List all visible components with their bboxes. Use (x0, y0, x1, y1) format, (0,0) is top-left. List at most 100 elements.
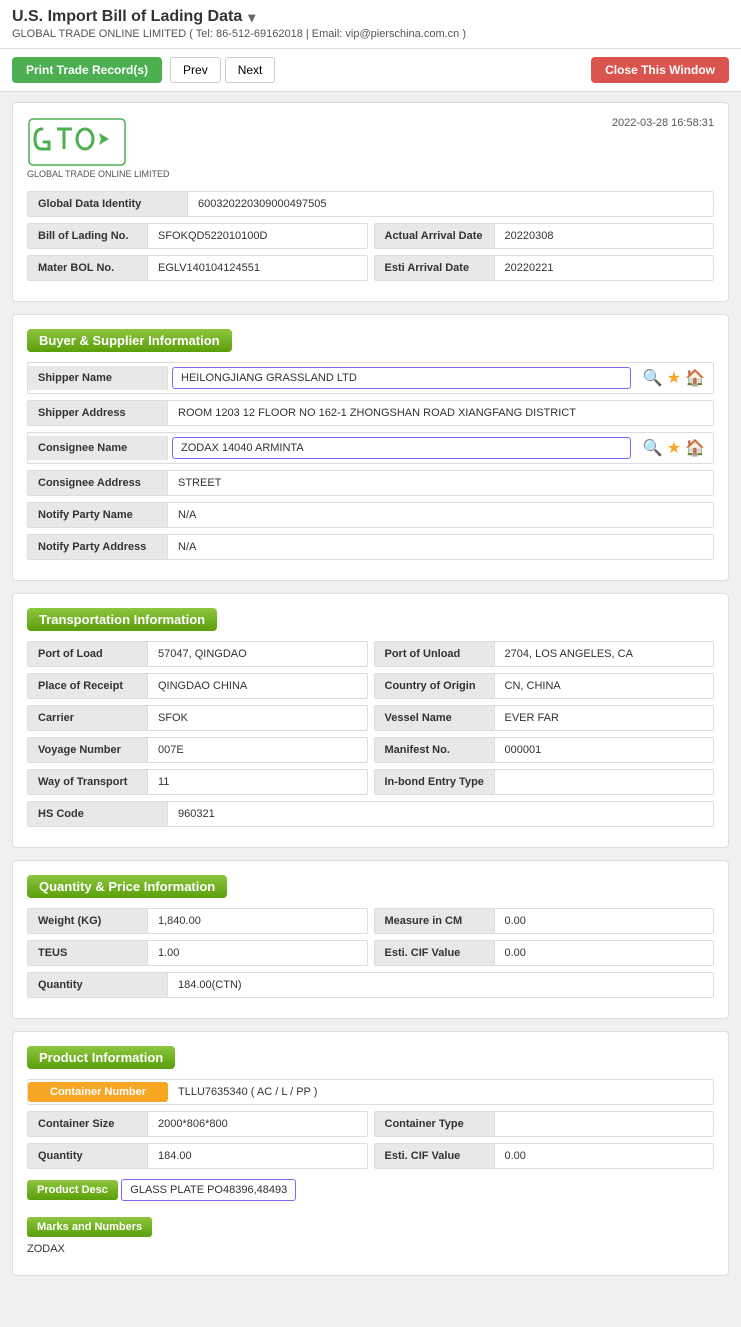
actual-arrival-label: Actual Arrival Date (375, 224, 495, 248)
port-load-field: Port of Load 57047, QINGDAO (27, 641, 368, 667)
transportation-badge: Transportation Information (27, 608, 217, 631)
inbond-field: In-bond Entry Type (374, 769, 715, 795)
quantity-price-badge: Quantity & Price Information (27, 875, 227, 898)
shipper-name-row: Shipper Name HEILONGJIANG GRASSLAND LTD … (27, 362, 714, 394)
teus-value: 1.00 (148, 941, 367, 965)
esti-arrival-value: 20220221 (495, 256, 714, 280)
port-unload-value: 2704, LOS ANGELES, CA (495, 642, 714, 666)
shipper-name-value: HEILONGJIANG GRASSLAND LTD (172, 367, 631, 389)
notify-party-value: N/A (168, 503, 713, 527)
close-window-button[interactable]: Close This Window (591, 57, 729, 83)
carrier-field: Carrier SFOK (27, 705, 368, 731)
global-data-label: Global Data Identity (28, 192, 188, 216)
way-transport-value: 11 (148, 770, 367, 794)
transportation-section: Transportation Information Port of Load … (12, 593, 729, 848)
voyage-field: Voyage Number 007E (27, 737, 368, 763)
quantity-label: Quantity (28, 973, 168, 997)
esti-arrival-label: Esti Arrival Date (375, 256, 495, 280)
esti-arrival-field: Esti Arrival Date 20220221 (374, 255, 715, 281)
weight-label: Weight (KG) (28, 909, 148, 933)
shipper-address-label: Shipper Address (28, 401, 168, 425)
shipper-home-icon[interactable]: 🏠 (685, 368, 705, 388)
vessel-name-value: EVER FAR (495, 706, 714, 730)
quantity-price-section: Quantity & Price Information Weight (KG)… (12, 860, 729, 1019)
container-size-field: Container Size 2000*806*800 (27, 1111, 368, 1137)
port-load-value: 57047, QINGDAO (148, 642, 367, 666)
print-button[interactable]: Print Trade Record(s) (12, 57, 162, 83)
master-bol-label: Mater BOL No. (28, 256, 148, 280)
carrier-label: Carrier (28, 706, 148, 730)
container-size-type-row: Container Size 2000*806*800 Container Ty… (27, 1111, 714, 1137)
prev-button[interactable]: Prev (170, 57, 221, 83)
measure-field: Measure in CM 0.00 (374, 908, 715, 934)
bol-value: SFOKQD522010100D (148, 224, 367, 248)
way-inbond-row: Way of Transport 11 In-bond Entry Type (27, 769, 714, 795)
bol-field: Bill of Lading No. SFOKQD522010100D (27, 223, 368, 249)
consignee-address-value: STREET (168, 471, 713, 495)
vessel-name-field: Vessel Name EVER FAR (374, 705, 715, 731)
hs-code-label: HS Code (28, 802, 168, 826)
master-bol-value: EGLV140104124551 (148, 256, 367, 280)
container-number-value: TLLU7635340 ( AC / L / PP ) (168, 1080, 713, 1104)
way-transport-label: Way of Transport (28, 770, 148, 794)
consignee-star-icon[interactable]: ★ (667, 438, 681, 458)
teus-label: TEUS (28, 941, 148, 965)
notify-party-address-label: Notify Party Address (28, 535, 168, 559)
product-quantity-value: 184.00 (148, 1144, 367, 1168)
dropdown-arrow-icon[interactable]: ▾ (248, 9, 255, 26)
buyer-supplier-badge: Buyer & Supplier Information (27, 329, 232, 352)
marks-label: Marks and Numbers (27, 1217, 152, 1237)
manifest-value: 000001 (495, 738, 714, 762)
product-cif-field: Esti. CIF Value 0.00 (374, 1143, 715, 1169)
notify-party-address-value: N/A (168, 535, 713, 559)
marks-section: Marks and Numbers ZODAX (27, 1211, 714, 1261)
consignee-search-icon[interactable]: 🔍 (643, 438, 663, 458)
notify-party-row: Notify Party Name N/A (27, 502, 714, 528)
product-desc-label: Product Desc (27, 1180, 118, 1200)
container-type-field: Container Type (374, 1111, 715, 1137)
container-type-value (495, 1112, 714, 1136)
measure-label: Measure in CM (375, 909, 495, 933)
teus-field: TEUS 1.00 (27, 940, 368, 966)
shipper-star-icon[interactable]: ★ (667, 368, 681, 388)
record-card: GLOBAL TRADE ONLINE LIMITED 2022-03-28 1… (12, 102, 729, 302)
inbond-value (495, 770, 713, 794)
container-number-row: Container Number TLLU7635340 ( AC / L / … (27, 1079, 714, 1105)
country-origin-value: CN, CHINA (495, 674, 714, 698)
carrier-value: SFOK (148, 706, 367, 730)
carrier-vessel-row: Carrier SFOK Vessel Name EVER FAR (27, 705, 714, 731)
consignee-home-icon[interactable]: 🏠 (685, 438, 705, 458)
next-button[interactable]: Next (225, 57, 276, 83)
notify-party-label: Notify Party Name (28, 503, 168, 527)
global-data-value: 600320220309000497505 (188, 192, 336, 216)
logo-container: GLOBAL TRADE ONLINE LIMITED (27, 117, 170, 179)
vessel-name-label: Vessel Name (375, 706, 495, 730)
buyer-supplier-section: Buyer & Supplier Information Shipper Nam… (12, 314, 729, 581)
manifest-label: Manifest No. (375, 738, 495, 762)
container-size-value: 2000*806*800 (148, 1112, 367, 1136)
country-origin-field: Country of Origin CN, CHINA (374, 673, 715, 699)
product-cif-value: 0.00 (495, 1144, 714, 1168)
product-section: Product Information Container Number TLL… (12, 1031, 729, 1276)
shipper-name-label: Shipper Name (28, 366, 168, 390)
actual-arrival-value: 20220308 (495, 224, 714, 248)
way-transport-field: Way of Transport 11 (27, 769, 368, 795)
shipper-address-value: ROOM 1203 12 FLOOR NO 162-1 ZHONGSHAN RO… (168, 401, 713, 425)
bol-label: Bill of Lading No. (28, 224, 148, 248)
port-unload-label: Port of Unload (375, 642, 495, 666)
place-receipt-value: QINGDAO CHINA (148, 674, 367, 698)
esti-cif-label: Esti. CIF Value (375, 941, 495, 965)
place-receipt-label: Place of Receipt (28, 674, 148, 698)
consignee-name-row: Consignee Name ZODAX 14040 ARMINTA 🔍 ★ 🏠 (27, 432, 714, 464)
consignee-name-value: ZODAX 14040 ARMINTA (172, 437, 631, 459)
marks-value: ZODAX (27, 1237, 714, 1261)
page-title: U.S. Import Bill of Lading Data ▾ (12, 8, 729, 26)
company-logo (27, 117, 127, 167)
shipper-search-icon[interactable]: 🔍 (643, 368, 663, 388)
weight-value: 1,840.00 (148, 909, 367, 933)
voyage-manifest-row: Voyage Number 007E Manifest No. 000001 (27, 737, 714, 763)
teus-cif-row: TEUS 1.00 Esti. CIF Value 0.00 (27, 940, 714, 966)
port-row: Port of Load 57047, QINGDAO Port of Unlo… (27, 641, 714, 667)
consignee-address-label: Consignee Address (28, 471, 168, 495)
consignee-name-label: Consignee Name (28, 436, 168, 460)
